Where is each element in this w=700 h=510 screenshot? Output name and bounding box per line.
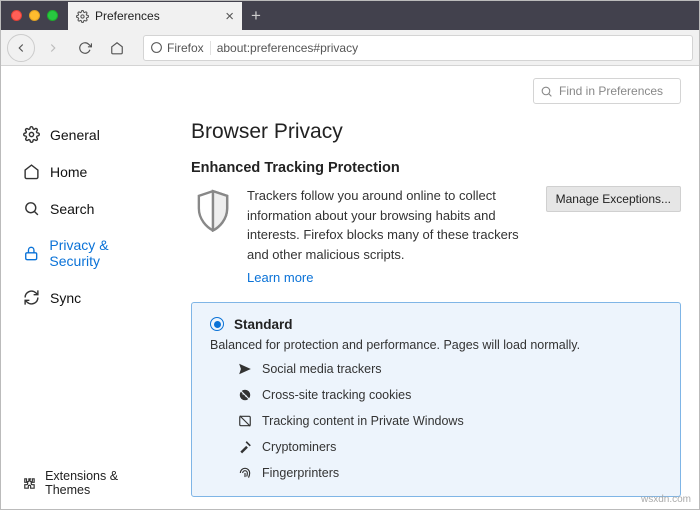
firefox-icon — [150, 41, 163, 54]
radio-selected-icon[interactable] — [210, 317, 224, 331]
etp-description: Trackers follow you around online to col… — [247, 188, 519, 262]
home-button[interactable] — [103, 34, 131, 62]
tab-title: Preferences — [95, 9, 160, 23]
tracker-list: Social media trackers Cross-site trackin… — [210, 362, 662, 480]
search-icon — [540, 85, 553, 98]
forward-button[interactable] — [39, 34, 67, 62]
standard-option-box: Standard Balanced for protection and per… — [191, 302, 681, 497]
etp-row: Trackers follow you around online to col… — [191, 186, 681, 288]
sidebar-item-general[interactable]: General — [1, 116, 181, 153]
reload-button[interactable] — [71, 34, 99, 62]
shield-icon — [191, 186, 235, 234]
window-controls — [1, 10, 68, 21]
sidebar-item-label: Extensions & Themes — [45, 469, 159, 497]
sidebar-item-privacy[interactable]: Privacy & Security — [1, 227, 181, 279]
maximize-window-button[interactable] — [47, 10, 58, 21]
tracker-label: Tracking content in Private Windows — [262, 414, 464, 428]
tab-strip: Preferences × + — [1, 1, 699, 30]
fingerprint-icon — [238, 466, 252, 480]
tracker-label: Fingerprinters — [262, 466, 339, 480]
minimize-window-button[interactable] — [29, 10, 40, 21]
sidebar-item-label: General — [50, 127, 100, 143]
sidebar-item-home[interactable]: Home — [1, 153, 181, 190]
toolbar: Firefox about:preferences#privacy — [1, 30, 699, 66]
search-placeholder: Find in Preferences — [559, 84, 663, 98]
close-tab-button[interactable]: × — [225, 9, 234, 24]
url-text: about:preferences#privacy — [217, 41, 358, 55]
manage-exceptions-button[interactable]: Manage Exceptions... — [546, 186, 681, 212]
gear-icon — [76, 10, 89, 23]
identity-label: Firefox — [167, 41, 204, 55]
sidebar-item-label: Home — [50, 164, 87, 180]
close-window-button[interactable] — [11, 10, 22, 21]
find-in-preferences[interactable]: Find in Preferences — [533, 78, 681, 104]
cookie-icon — [238, 388, 252, 402]
standard-title: Standard — [234, 317, 293, 332]
tracking-content-icon — [238, 414, 252, 428]
learn-more-link[interactable]: Learn more — [247, 268, 313, 288]
etp-description-block: Trackers follow you around online to col… — [247, 186, 534, 288]
page-title: Browser Privacy — [191, 120, 681, 144]
home-icon — [23, 163, 40, 180]
tracker-label: Social media trackers — [262, 362, 382, 376]
sidebar-item-label: Search — [50, 201, 94, 217]
section-title: Enhanced Tracking Protection — [191, 160, 681, 176]
sidebar-item-extensions[interactable]: Extensions & Themes — [1, 461, 181, 509]
sidebar-item-sync[interactable]: Sync — [1, 279, 181, 316]
content: General Home Search Privacy & Security S… — [1, 66, 699, 509]
main-panel: Find in Preferences Browser Privacy Enha… — [181, 66, 699, 509]
standard-radio-row[interactable]: Standard — [210, 317, 662, 332]
tracker-item: Cross-site tracking cookies — [238, 388, 662, 402]
search-icon — [23, 200, 40, 217]
tracker-item: Cryptominers — [238, 440, 662, 454]
gear-icon — [23, 126, 40, 143]
standard-desc: Balanced for protection and performance.… — [210, 338, 662, 352]
sync-icon — [23, 289, 40, 306]
lock-icon — [23, 245, 39, 262]
cryptominer-icon — [238, 440, 252, 454]
tracker-item: Social media trackers — [238, 362, 662, 376]
new-tab-button[interactable]: + — [242, 2, 270, 30]
sidebar-item-label: Privacy & Security — [49, 237, 159, 269]
tab-preferences[interactable]: Preferences × — [68, 2, 242, 30]
url-bar[interactable]: Firefox about:preferences#privacy — [143, 35, 693, 61]
tracker-label: Cross-site tracking cookies — [262, 388, 411, 402]
watermark: wsxdn.com — [641, 494, 691, 505]
tracker-label: Cryptominers — [262, 440, 336, 454]
back-button[interactable] — [7, 34, 35, 62]
social-trackers-icon — [238, 362, 252, 376]
sidebar-item-label: Sync — [50, 290, 81, 306]
puzzle-icon — [23, 476, 37, 491]
sidebar-item-search[interactable]: Search — [1, 190, 181, 227]
tracker-item: Fingerprinters — [238, 466, 662, 480]
sidebar: General Home Search Privacy & Security S… — [1, 66, 181, 509]
identity-box[interactable]: Firefox — [150, 41, 211, 55]
tracker-item: Tracking content in Private Windows — [238, 414, 662, 428]
